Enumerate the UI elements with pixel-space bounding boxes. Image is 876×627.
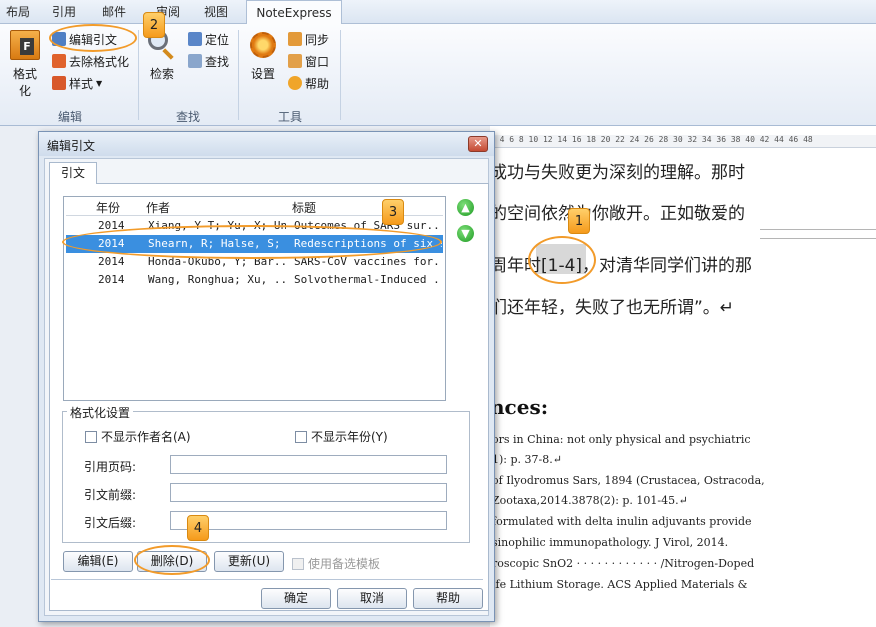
ribbon-tab-bar: 布局 引用 邮件 审阅 视图 NoteExpress bbox=[0, 0, 876, 25]
ref-line: ife Lithium Storage. ACS Applied Materia… bbox=[492, 578, 748, 591]
group-tools-label: 工具 bbox=[278, 110, 303, 124]
locate-button[interactable]: 定位 bbox=[188, 29, 229, 49]
ok-button[interactable]: 确定 bbox=[261, 588, 331, 609]
find-icon bbox=[188, 54, 202, 68]
tab-mailings[interactable]: 邮件 bbox=[96, 3, 132, 24]
cite-pages-label: 引用页码: bbox=[84, 460, 137, 474]
remove-format-button[interactable]: 去除格式化 bbox=[52, 51, 129, 71]
use-alt-template-checkbox: 使用备选模板 bbox=[292, 555, 380, 572]
step-badge: 3 bbox=[382, 199, 404, 225]
move-down-icon[interactable]: ▼ bbox=[457, 225, 474, 242]
step-badge: 1 bbox=[568, 208, 590, 234]
locate-label: 定位 bbox=[205, 32, 230, 47]
edit-citation-dialog: 编辑引文 ✕ 引文 年份 作者 标题 2014 Xiang, Y T; Yu, … bbox=[38, 131, 495, 622]
doc-line: 成功与失败更为深刻的理解。那时 bbox=[490, 163, 745, 183]
ref-line: of Ilyodromus Sars, 1894 (Crustacea, Ost… bbox=[492, 474, 765, 487]
hide-year-checkbox[interactable]: 不显示年份(Y) bbox=[295, 428, 388, 445]
dialog-title: 编辑引文 bbox=[47, 139, 96, 153]
help-ribbon-label: 帮助 bbox=[305, 76, 330, 91]
ref-line: roscopic SnO2 · · · · · · · · · · · · /N… bbox=[492, 557, 755, 570]
page-divider bbox=[760, 229, 876, 239]
window-label: 窗口 bbox=[305, 54, 330, 69]
row-title: Solvothermal-Induced ... bbox=[294, 273, 442, 286]
group-separator bbox=[340, 30, 341, 120]
row-author: Wang, Ronghua; Xu, ... bbox=[148, 273, 286, 286]
help-ribbon-button[interactable]: 帮助 bbox=[288, 73, 329, 93]
tab-layout[interactable]: 布局 bbox=[0, 3, 36, 24]
cite-pages-input[interactable] bbox=[170, 455, 447, 474]
highlight-oval bbox=[49, 24, 137, 52]
column-header-title[interactable]: 标题 bbox=[292, 199, 316, 216]
dialog-titlebar[interactable]: 编辑引文 ✕ bbox=[39, 132, 494, 156]
tab-references[interactable]: 引用 bbox=[46, 3, 82, 24]
group-edit-label: 编辑 bbox=[58, 110, 83, 124]
column-header-author[interactable]: 作者 bbox=[146, 199, 170, 216]
locate-icon bbox=[188, 32, 202, 46]
ruler: 2 4 6 8 10 12 14 16 18 20 22 24 26 28 30… bbox=[490, 135, 876, 148]
window-button[interactable]: 窗口 bbox=[288, 51, 329, 71]
cancel-button[interactable]: 取消 bbox=[337, 588, 407, 609]
cite-suffix-label: 引文后缀: bbox=[84, 516, 137, 530]
ref-line: sinophilic immunopathology. J Virol, 201… bbox=[492, 536, 729, 549]
checkbox-box bbox=[295, 430, 307, 443]
search-icon-handle bbox=[162, 48, 174, 60]
search-button[interactable]: 检索 bbox=[150, 66, 174, 83]
tab-view[interactable]: 视图 bbox=[198, 3, 234, 24]
style-label: 样式 bbox=[69, 76, 94, 91]
move-up-icon[interactable]: ▲ bbox=[457, 199, 474, 216]
gear-icon bbox=[250, 32, 276, 58]
hide-year-label: 不显示年份(Y) bbox=[311, 430, 388, 444]
tab-citation[interactable]: 引文 bbox=[49, 162, 97, 184]
remove-format-label: 去除格式化 bbox=[69, 54, 130, 69]
step-badge: 4 bbox=[187, 515, 209, 541]
sync-icon bbox=[288, 32, 302, 46]
use-alt-template-label: 使用备选模板 bbox=[308, 557, 381, 571]
ref-line: Zootaxa,2014.3878(2): p. 101-45.↵ bbox=[492, 494, 688, 507]
settings-button[interactable]: 设置 bbox=[251, 66, 275, 83]
hide-author-checkbox[interactable]: 不显示作者名(A) bbox=[85, 428, 191, 445]
highlight-oval bbox=[134, 545, 210, 575]
sync-button[interactable]: 同步 bbox=[288, 29, 329, 49]
format-button[interactable]: 格式化 bbox=[8, 66, 42, 100]
edit-button[interactable]: 编辑(E) bbox=[63, 551, 133, 572]
find-label: 查找 bbox=[205, 54, 230, 69]
highlight-oval bbox=[62, 225, 442, 259]
ref-line: formulated with delta inulin adjuvants p… bbox=[492, 515, 752, 528]
button-divider bbox=[51, 579, 483, 580]
remove-format-icon bbox=[52, 54, 66, 68]
sync-label: 同步 bbox=[305, 32, 330, 47]
cite-prefix-label: 引文前缀: bbox=[84, 488, 137, 502]
row-year: 2014 bbox=[98, 273, 125, 286]
highlight-oval bbox=[528, 236, 596, 284]
references-heading: nces: bbox=[490, 395, 549, 419]
cite-prefix-input[interactable] bbox=[170, 483, 447, 502]
step-badge: 2 bbox=[143, 12, 165, 38]
row-year: 2014 bbox=[98, 255, 125, 268]
tab-noteexpress[interactable]: NoteExpress bbox=[246, 0, 342, 25]
help-button[interactable]: 帮助 bbox=[413, 588, 483, 609]
format-settings-legend: 格式化设置 bbox=[67, 404, 134, 421]
close-icon[interactable]: ✕ bbox=[468, 136, 488, 152]
cite-suffix-input[interactable] bbox=[170, 511, 447, 530]
window-icon bbox=[288, 54, 302, 68]
format-icon: F bbox=[10, 30, 40, 60]
find-button[interactable]: 查找 bbox=[188, 51, 229, 71]
group-find-label: 查找 bbox=[176, 110, 201, 124]
group-separator bbox=[238, 30, 239, 120]
ref-line: 1): p. 37-8.↵ bbox=[492, 453, 562, 466]
group-separator bbox=[138, 30, 139, 120]
checkbox-box bbox=[85, 430, 97, 443]
hide-author-label: 不显示作者名(A) bbox=[101, 430, 191, 444]
ref-line: ors in China: not only physical and psyc… bbox=[492, 433, 751, 446]
table-row[interactable]: 2014 Wang, Ronghua; Xu, ... Solvothermal… bbox=[66, 271, 443, 289]
checkbox-box bbox=[292, 557, 304, 570]
help-icon bbox=[288, 76, 302, 90]
update-button[interactable]: 更新(U) bbox=[214, 551, 284, 572]
style-button[interactable]: 样式 ▼ bbox=[52, 73, 102, 93]
doc-line: 的空间依然为你敞开。正如敬爱的 bbox=[490, 204, 745, 224]
chevron-down-icon: ▼ bbox=[96, 78, 103, 88]
doc-line: 们还年轻，失败了也无所谓”。↵ bbox=[490, 298, 735, 318]
style-icon bbox=[52, 76, 66, 90]
column-header-year[interactable]: 年份 bbox=[96, 199, 120, 216]
